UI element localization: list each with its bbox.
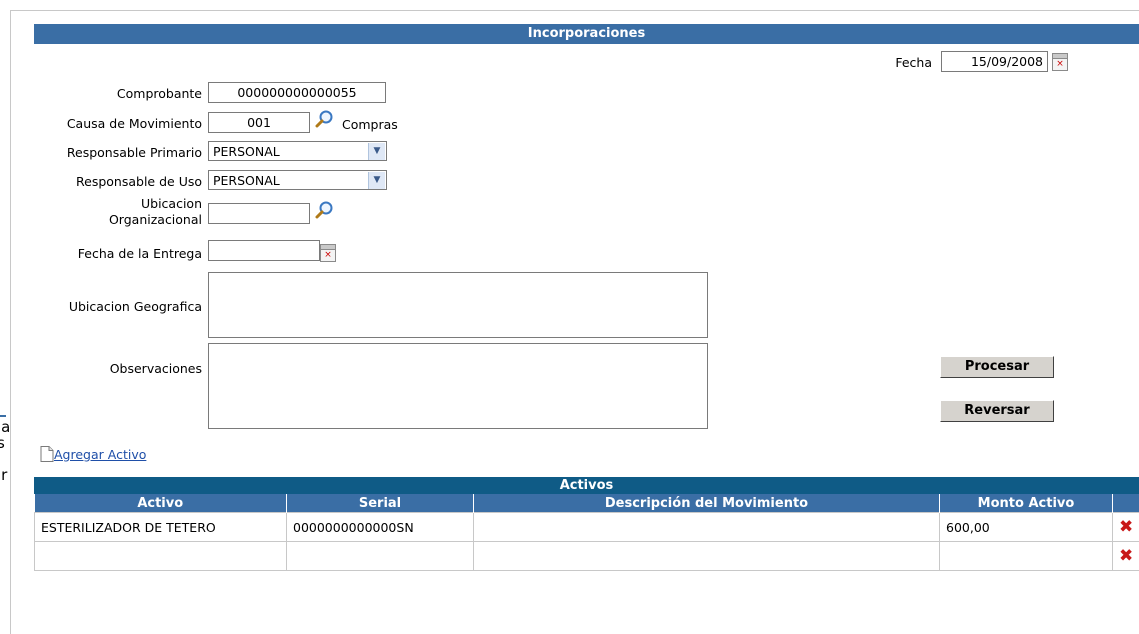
- search-icon[interactable]: [314, 109, 334, 129]
- calendar-icon[interactable]: [1052, 53, 1068, 71]
- document-icon: [40, 446, 54, 462]
- column-header-actions: [1112, 494, 1139, 513]
- clipped-text-2: s: [0, 434, 5, 452]
- fecha-label: Fecha: [895, 55, 932, 70]
- activos-caption: Activos: [34, 477, 1139, 494]
- procesar-button[interactable]: Procesar: [940, 356, 1054, 378]
- ubicacion-org-label-line2: Organizacional: [108, 212, 202, 227]
- cell-serial: [286, 541, 474, 571]
- cell-activo: [34, 541, 287, 571]
- column-header-monto: Monto Activo: [939, 494, 1113, 513]
- search-icon[interactable]: [314, 200, 334, 220]
- column-header-descripcion: Descripción del Movimiento: [473, 494, 940, 513]
- causa-description: Compras: [342, 117, 398, 132]
- agregar-activo-link-wrap[interactable]: Agregar Activo: [40, 446, 146, 462]
- causa-field[interactable]: 001: [208, 112, 310, 133]
- clipped-window-fragment: la s l ir: [0, 415, 9, 485]
- page-frame-left: [10, 10, 11, 634]
- clipped-text-4: ir: [0, 466, 8, 484]
- delete-icon[interactable]: ✖: [1112, 541, 1139, 571]
- clipped-text-3: l: [0, 451, 9, 467]
- table-row: ✖: [34, 541, 1139, 571]
- ubicacion-org-label-line1: Ubicacion: [140, 196, 202, 211]
- column-header-serial: Serial: [286, 494, 474, 513]
- fecha-field[interactable]: 15/09/2008: [941, 51, 1048, 72]
- cell-serial: 0000000000000SN: [286, 512, 474, 542]
- causa-label: Causa de Movimiento: [66, 116, 202, 131]
- ubicacion-geo-label: Ubicacion Geografica: [68, 299, 202, 314]
- table-row: ESTERILIZADOR DE TETERO 0000000000000SN …: [34, 512, 1139, 542]
- comprobante-field[interactable]: 000000000000055: [208, 82, 386, 103]
- ubicacion-org-field[interactable]: [208, 203, 310, 224]
- responsable-primario-label: Responsable Primario: [66, 145, 202, 160]
- observaciones-textarea[interactable]: [208, 343, 708, 429]
- table-header-row: Activo Serial Descripción del Movimiento…: [34, 494, 1139, 513]
- agregar-activo-link[interactable]: Agregar Activo: [54, 447, 146, 462]
- responsable-uso-select[interactable]: PERSONAL ▼: [208, 170, 387, 190]
- cell-monto: [939, 541, 1113, 571]
- ubicacion-org-label: Ubicacion Organizacional: [30, 196, 202, 228]
- cell-descripcion: [473, 512, 940, 542]
- fecha-entrega-field[interactable]: [208, 240, 320, 261]
- chevron-down-icon[interactable]: ▼: [368, 143, 385, 160]
- activos-table: Activo Serial Descripción del Movimiento…: [34, 494, 1139, 571]
- page-title: Incorporaciones: [34, 24, 1139, 44]
- cell-monto: 600,00: [939, 512, 1113, 542]
- fecha-entrega-label: Fecha de la Entrega: [77, 246, 202, 261]
- clipped-text-1: la: [0, 418, 9, 436]
- responsable-primario-select[interactable]: PERSONAL ▼: [208, 141, 387, 161]
- page-frame-top: [10, 10, 1139, 11]
- responsable-uso-label: Responsable de Uso: [76, 174, 202, 189]
- chevron-down-icon[interactable]: ▼: [368, 172, 385, 189]
- ubicacion-geo-textarea[interactable]: [208, 272, 708, 338]
- calendar-icon[interactable]: [320, 244, 336, 262]
- responsable-uso-value: PERSONAL: [213, 173, 280, 188]
- responsable-primario-value: PERSONAL: [213, 144, 280, 159]
- cell-descripcion: [473, 541, 940, 571]
- cell-activo: ESTERILIZADOR DE TETERO: [34, 512, 287, 542]
- comprobante-label: Comprobante: [116, 86, 202, 101]
- reversar-button[interactable]: Reversar: [940, 400, 1054, 422]
- column-header-activo: Activo: [34, 494, 287, 513]
- observaciones-label: Observaciones: [109, 361, 202, 376]
- delete-icon[interactable]: ✖: [1112, 512, 1139, 542]
